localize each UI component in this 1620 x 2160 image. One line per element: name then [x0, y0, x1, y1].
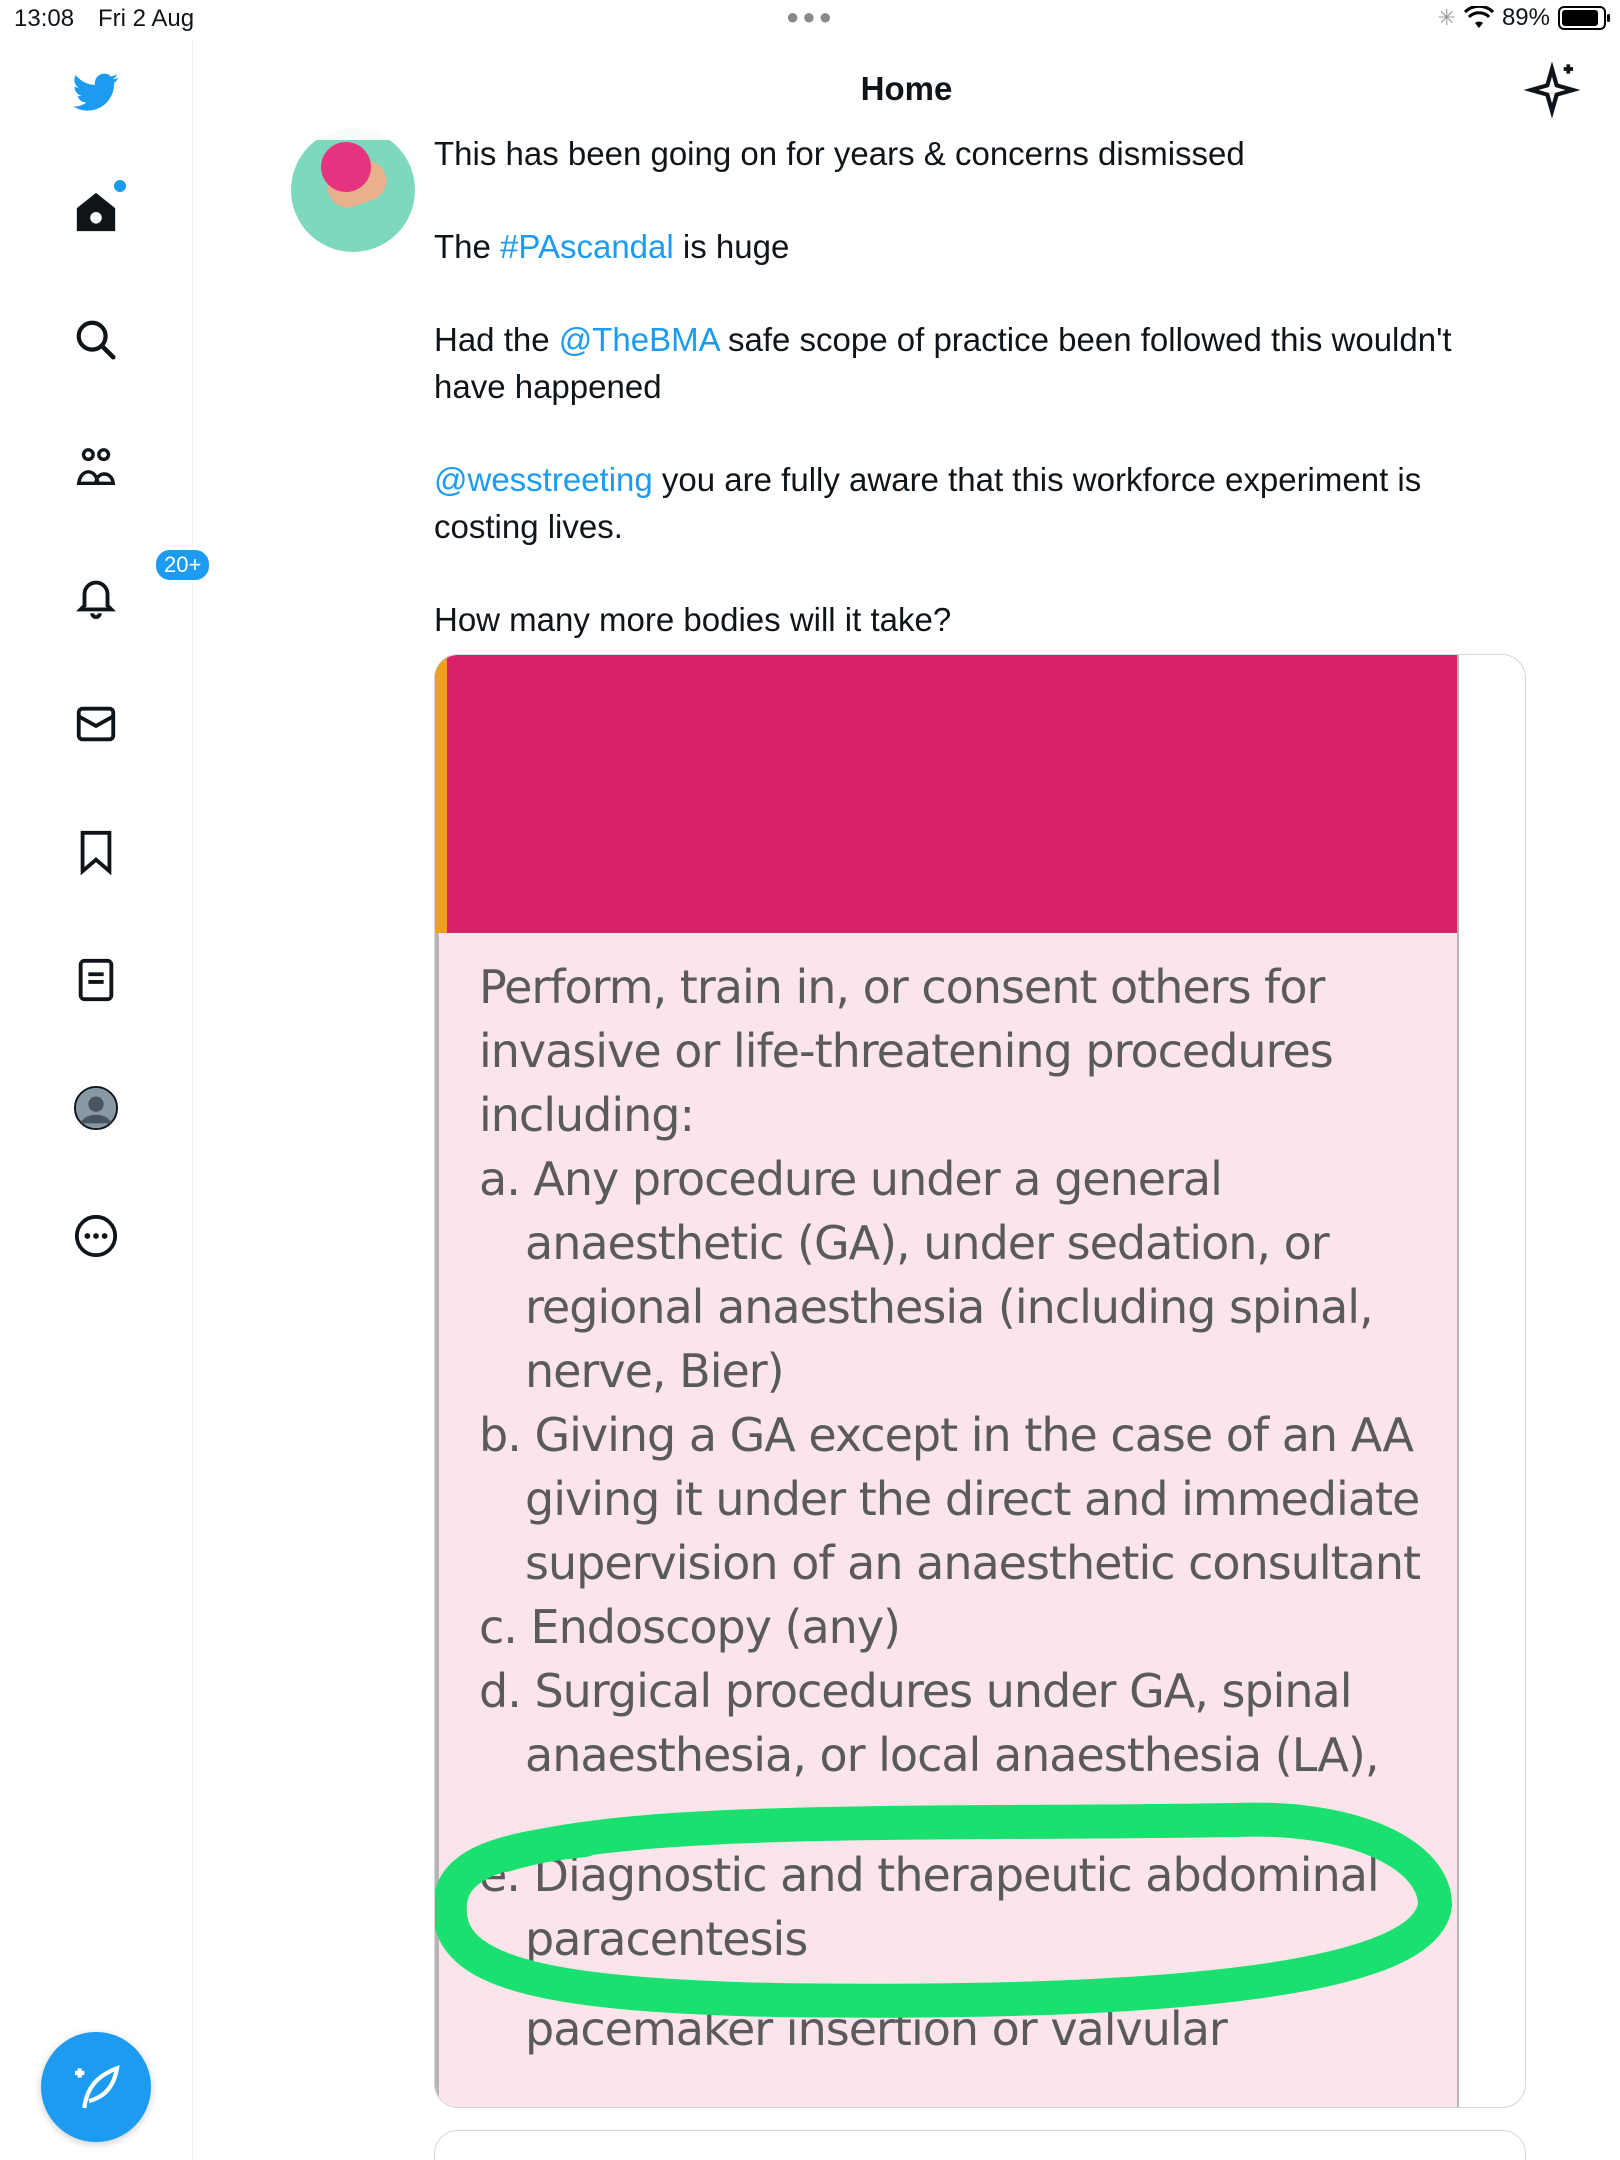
mention-thebma-link[interactable]: @TheBMA — [559, 321, 719, 358]
document-text: Perform, train in, or consent others for… — [479, 955, 1459, 2061]
tweet-paragraph-5: How many more bodies will it take? — [434, 601, 952, 638]
doc-intro: Perform, train in, or consent others for… — [479, 960, 1334, 1142]
lists-icon[interactable] — [66, 950, 126, 1010]
loading-icon: ✳ — [1437, 5, 1456, 30]
tweet-paragraph-3: Had the @TheBMA safe scope of practice b… — [434, 321, 1452, 405]
home-header: Home — [193, 40, 1620, 140]
tweet-author-avatar[interactable] — [291, 128, 415, 252]
compose-feather-icon — [75, 2065, 120, 2109]
twitter-logo-icon[interactable] — [66, 62, 126, 122]
doc-item-e: e. Diagnostic and therapeutic abdominal … — [479, 1848, 1380, 1966]
doc-item-a: a. Any procedure under a general anaesth… — [479, 1152, 1374, 1398]
document-banner — [435, 655, 1457, 933]
battery-icon — [1558, 6, 1610, 30]
timeline: This has been going on for years & conce… — [193, 100, 1620, 2160]
search-icon[interactable] — [66, 310, 126, 370]
next-tweet-card[interactable] — [434, 2130, 1526, 2160]
wifi-icon — [1463, 6, 1494, 28]
document-image: Perform, train in, or consent others for… — [435, 655, 1459, 2107]
battery-percent: 89% — [1501, 4, 1550, 31]
mention-wesstreeting-link[interactable]: @wesstreeting — [434, 461, 653, 498]
tweet-paragraph-2: The #PAscandal is huge — [434, 228, 790, 265]
notifications-bell-icon[interactable]: 20+ — [66, 548, 212, 626]
sidebar: 20+ — [0, 40, 212, 2160]
doc-item-d: d. Surgical procedures under GA, spinal … — [479, 1664, 1379, 1782]
status-bar: 13:08 Fri 2 Aug ●●● ✳ 89% — [0, 0, 1620, 40]
sparkle-top-tweets-icon[interactable] — [1524, 62, 1580, 118]
multitask-dots-icon[interactable]: ●●● — [786, 4, 835, 30]
communities-icon[interactable] — [66, 438, 126, 498]
home-icon[interactable] — [66, 180, 126, 242]
status-right: ✳ 89% — [1437, 4, 1610, 32]
home-unread-dot — [114, 180, 126, 192]
doc-item-f: pacemaker insertion or valvular — [525, 2002, 1228, 2056]
tweet-media-image[interactable]: Perform, train in, or consent others for… — [434, 654, 1526, 2108]
messages-envelope-icon[interactable] — [66, 694, 126, 754]
page-title: Home — [860, 70, 953, 107]
doc-item-b: b. Giving a GA except in the case of an … — [479, 1408, 1421, 1590]
profile-avatar-icon[interactable] — [66, 1078, 126, 1138]
doc-item-c: c. Endoscopy (any) — [479, 1600, 901, 1654]
status-date: Fri 2 Aug — [98, 5, 195, 32]
tweet-body: This has been going on for years & conce… — [434, 130, 1524, 643]
status-time: 13:08 — [14, 5, 75, 32]
tweet-paragraph-4: @wesstreeting you are fully aware that t… — [434, 461, 1422, 545]
hashtag-pascandal-link[interactable]: #PAscandal — [500, 228, 674, 265]
more-options-icon[interactable] — [66, 1206, 126, 1266]
bookmarks-icon[interactable] — [66, 822, 126, 882]
compose-tweet-button[interactable] — [41, 2032, 151, 2142]
